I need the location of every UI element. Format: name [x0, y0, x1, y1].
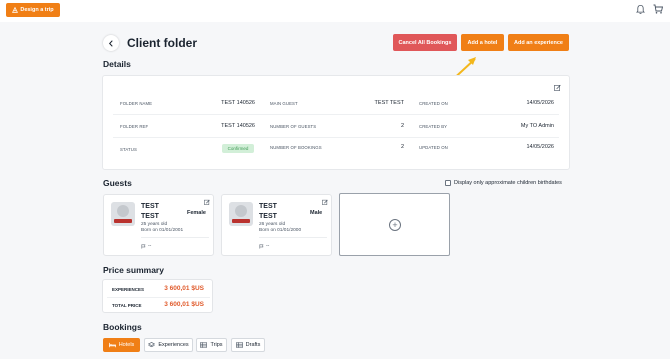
guests-title: Guests	[103, 178, 132, 188]
total-price-label: TOTAL PRICE	[112, 303, 142, 308]
guest-gender: Female	[187, 210, 206, 216]
guest-card[interactable]: TEST TEST Female 25 years old Born on 01…	[103, 194, 214, 256]
design-trip-button[interactable]: Design a trip	[6, 3, 60, 17]
guest-birthdate: Born on 01/01/2001	[141, 228, 184, 233]
guest-divider	[259, 237, 327, 238]
created-by-label: CREATED BY	[419, 124, 448, 129]
guest-first-name: TEST	[259, 203, 277, 210]
cancel-all-bookings-button[interactable]: Cancel All Bookings	[393, 34, 457, 51]
tab-hotels-label: Hotels	[118, 342, 135, 348]
folder-ref-value: TEST 140526	[221, 123, 255, 129]
flag-icon	[141, 243, 146, 249]
guest-card[interactable]: TEST TEST Male 26 years old Born on 01/0…	[221, 194, 332, 256]
guest-last-name: TEST	[141, 213, 159, 220]
guest-nationality-value: --	[266, 243, 270, 249]
price-summary-title: Price summary	[103, 265, 164, 275]
tab-experiences-label: Experiences	[158, 342, 189, 348]
guest-nationality: --	[259, 243, 269, 249]
tab-trips-label: Trips	[210, 342, 223, 348]
experiences-price-value: 3 600,01 $US	[164, 285, 204, 292]
experiences-price-label: EXPERIENCES	[112, 287, 145, 292]
add-hotel-button[interactable]: Add a hotel	[461, 34, 504, 51]
main-guest-value: TEST TEST	[374, 100, 404, 106]
plus-circle-icon[interactable]: +	[389, 219, 401, 231]
updated-on-value: 14/05/2026	[526, 144, 554, 150]
guest-first-name: TEST	[141, 203, 159, 210]
cart-icon[interactable]	[653, 4, 663, 14]
grid-icon	[200, 342, 208, 348]
avatar	[111, 202, 135, 226]
avatar	[229, 202, 253, 226]
guest-last-name: TEST	[259, 213, 277, 220]
created-on-value: 14/05/2026	[526, 100, 554, 106]
add-guest-card[interactable]: +	[339, 193, 450, 256]
created-by-value: My TO Admin	[520, 123, 554, 129]
folder-ref-label: FOLDER REF	[120, 124, 149, 129]
bookings-title: Bookings	[103, 322, 142, 332]
status-label: STATUS	[120, 147, 137, 152]
tab-trips[interactable]: Trips	[196, 338, 227, 352]
num-guests-label: NUMBER OF GUESTS	[270, 124, 317, 129]
guest-nationality: --	[141, 243, 151, 249]
guest-divider	[141, 237, 209, 238]
edit-details-icon[interactable]	[554, 84, 561, 91]
page-title: Client folder	[127, 36, 198, 50]
tab-drafts[interactable]: Drafts	[231, 338, 265, 352]
bell-icon[interactable]	[636, 4, 645, 14]
updated-on-label: UPDATED ON	[419, 145, 448, 150]
num-bookings-value: 2	[400, 144, 404, 150]
guest-birthdate: Born on 01/01/2000	[259, 228, 302, 233]
design-icon	[12, 7, 19, 13]
back-button[interactable]	[103, 35, 119, 51]
details-divider	[113, 137, 559, 138]
top-bar: Design a trip	[0, 0, 670, 22]
created-on-label: CREATED ON	[419, 101, 448, 106]
flag-icon	[259, 243, 264, 249]
details-card: FOLDER NAME TEST 140526 MAIN GUEST TEST …	[102, 75, 570, 170]
guest-age: 25 years old	[141, 222, 168, 227]
grid-icon	[235, 342, 243, 348]
tab-experiences[interactable]: Experiences	[144, 338, 193, 352]
layers-icon	[148, 342, 156, 348]
guest-age: 26 years old	[259, 222, 286, 227]
status-badge: Confirmed	[222, 144, 254, 153]
details-title: Details	[103, 59, 131, 69]
design-trip-label: Design a trip	[20, 7, 54, 13]
approx-birthdates-label[interactable]: Display only approximate children birthd…	[454, 180, 562, 186]
guest-gender: Male	[310, 210, 323, 216]
edit-guest-icon[interactable]	[204, 199, 210, 205]
details-divider	[113, 114, 559, 115]
price-divider	[107, 297, 210, 298]
approx-birthdates-checkbox[interactable]	[445, 180, 451, 186]
price-summary-card: EXPERIENCES 3 600,01 $US TOTAL PRICE 3 6…	[102, 279, 213, 313]
bed-icon	[108, 342, 116, 348]
folder-name-label: FOLDER NAME	[120, 101, 153, 106]
num-bookings-label: NUMBER OF BOOKINGS	[270, 145, 322, 150]
guest-nationality-value: --	[148, 243, 152, 249]
folder-name-value: TEST 140526	[221, 100, 255, 106]
edit-guest-icon[interactable]	[322, 199, 328, 205]
add-experience-button[interactable]: Add an experience	[508, 34, 569, 51]
chevron-left-icon	[108, 39, 113, 47]
main-guest-label: MAIN GUEST	[270, 101, 298, 106]
tab-hotels[interactable]: Hotels	[103, 338, 140, 352]
total-price-value: 3 600,01 $US	[164, 301, 204, 308]
num-guests-value: 2	[400, 123, 404, 129]
tab-drafts-label: Drafts	[245, 342, 261, 348]
